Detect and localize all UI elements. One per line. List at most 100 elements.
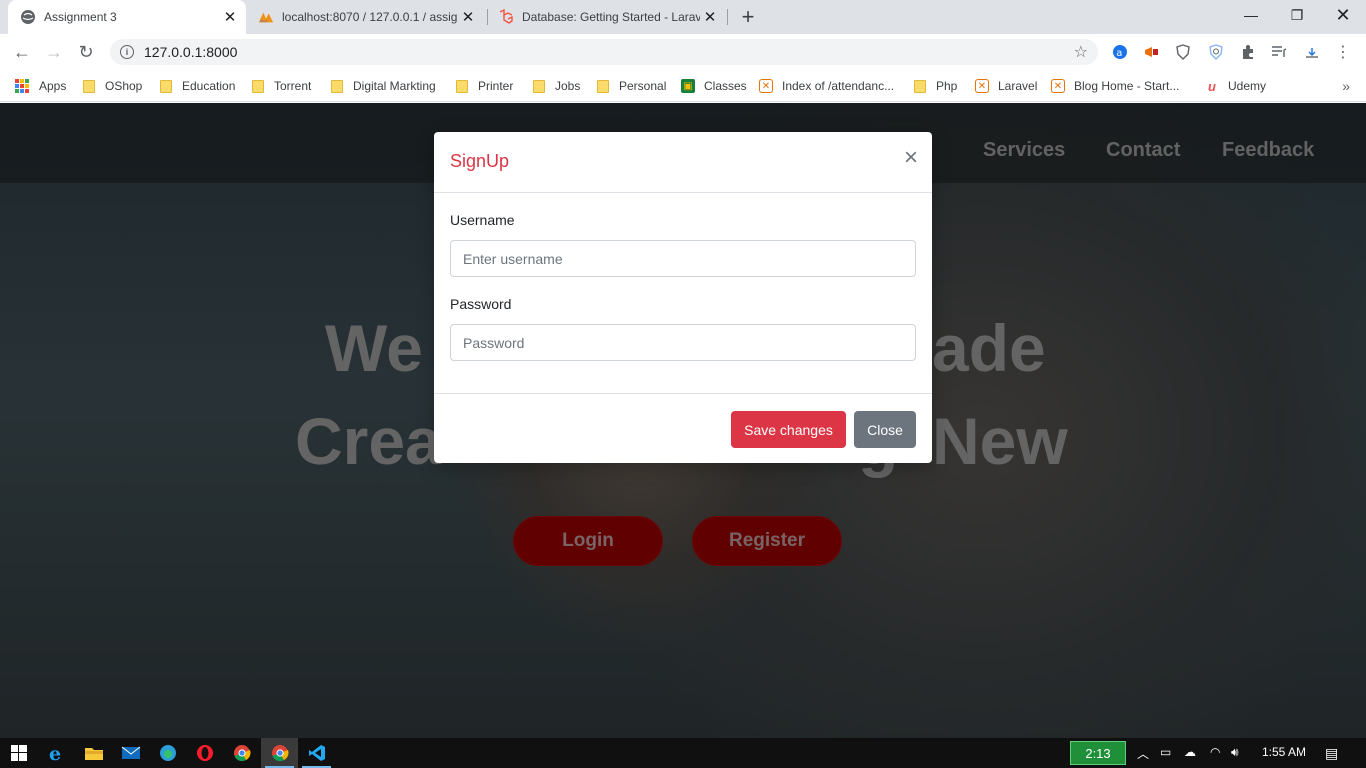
tab-separator xyxy=(727,9,728,25)
folder-icon xyxy=(252,79,264,93)
folder-icon xyxy=(456,79,468,93)
folder-icon xyxy=(160,79,172,93)
cloud-icon[interactable]: ☁ xyxy=(1184,745,1196,759)
tab-laravel-database[interactable]: Database: Getting Started - Larav ✕ xyxy=(486,0,726,34)
tab-phpmyadmin[interactable]: PMA localhost:8070 / 127.0.0.1 / assig ✕ xyxy=(246,0,484,34)
bookmark-label: Index of /attendanc... xyxy=(782,79,895,93)
battery-icon[interactable]: ▭ xyxy=(1160,745,1171,759)
chrome-active-icon[interactable] xyxy=(261,738,298,768)
browser-tab-strip: Assignment 3 ✕ PMA localhost:8070 / 127.… xyxy=(0,0,1366,34)
bookmark-digital-markting[interactable]: Digital Markting xyxy=(331,76,436,96)
back-button[interactable]: ← xyxy=(8,38,36,66)
bookmark-personal[interactable]: Personal xyxy=(597,76,666,96)
tab-assignment-3[interactable]: Assignment 3 ✕ xyxy=(8,0,246,34)
udemy-icon: u xyxy=(1208,78,1216,94)
windows-taskbar: e 2:13 ︿ ▭ ☁ ◠ 🔊︎ 1:55 AM ▤ xyxy=(0,738,1366,768)
bookmark-classes[interactable]: ▣ Classes xyxy=(681,76,747,96)
forward-button[interactable]: → xyxy=(40,38,68,66)
close-tab-icon[interactable]: ✕ xyxy=(220,7,240,27)
close-tab-icon[interactable]: ✕ xyxy=(458,7,478,27)
xampp-icon: ✕ xyxy=(1051,79,1065,93)
chrome-menu-icon[interactable]: ⋮ xyxy=(1334,43,1352,61)
bookmark-label: Digital Markting xyxy=(353,79,436,93)
svg-text:PMA: PMA xyxy=(260,19,268,23)
bookmark-label: Udemy xyxy=(1228,79,1267,93)
notifications-icon[interactable]: ▤ xyxy=(1325,745,1338,762)
bookmark-blog-home[interactable]: ✕ Blog Home - Start... xyxy=(1051,76,1179,96)
extension-icon-a[interactable]: a xyxy=(1111,43,1129,61)
wifi-icon[interactable]: ◠ xyxy=(1210,745,1220,759)
media-queue-icon[interactable] xyxy=(1270,43,1288,61)
modal-header: SignUp × xyxy=(434,132,932,193)
bookmark-label: Apps xyxy=(39,79,67,93)
bookmark-label: Laravel xyxy=(998,79,1038,93)
username-label: Username xyxy=(450,212,515,228)
bookmark-apps[interactable]: Apps xyxy=(15,76,66,96)
folder-icon xyxy=(331,79,343,93)
globe-icon xyxy=(20,9,36,25)
bookmark-label: Personal xyxy=(619,79,667,93)
file-explorer-icon[interactable] xyxy=(75,738,112,768)
close-button[interactable]: Close xyxy=(854,411,916,448)
close-tab-icon[interactable]: ✕ xyxy=(700,7,720,27)
svg-text:e: e xyxy=(49,743,61,763)
page-viewport: t Services Contact Feedback We ade Crea … xyxy=(0,103,1366,738)
xampp-icon: ✕ xyxy=(975,79,989,93)
new-tab-button[interactable]: + xyxy=(736,4,760,29)
bookmark-label: Torrent xyxy=(274,79,312,93)
signup-modal: SignUp × Username Password Save changes … xyxy=(434,132,932,463)
bookmark-label: Printer xyxy=(478,79,514,93)
bookmark-star-icon[interactable]: ☆ xyxy=(1074,42,1088,62)
svg-text:a: a xyxy=(1116,48,1122,59)
bookmark-education[interactable]: Education xyxy=(160,76,235,96)
volume-icon[interactable]: 🔊︎ xyxy=(1231,745,1239,760)
password-input[interactable] xyxy=(450,324,916,361)
bookmark-torrent[interactable]: Torrent xyxy=(252,76,311,96)
more-bookmarks-chevron-icon[interactable]: » xyxy=(1342,78,1350,94)
tab-title: localhost:8070 / 127.0.0.1 / assig xyxy=(282,10,458,24)
shield-extension-icon[interactable] xyxy=(1174,43,1192,61)
folder-icon xyxy=(533,79,545,93)
close-icon[interactable]: × xyxy=(904,146,918,170)
bookmark-php[interactable]: Php xyxy=(914,76,957,96)
reload-button[interactable]: ↻ xyxy=(72,38,100,66)
bookmark-label: Php xyxy=(936,79,958,93)
phpmyadmin-icon: PMA xyxy=(258,9,274,25)
address-bar[interactable]: i 127.0.0.1:8000 ☆ xyxy=(110,39,1098,65)
username-input[interactable] xyxy=(450,240,916,277)
bookmark-laravel[interactable]: ✕ Laravel xyxy=(975,76,1037,96)
tab-title: Assignment 3 xyxy=(44,10,117,24)
window-close-button[interactable]: ✕ xyxy=(1320,0,1366,30)
site-info-icon[interactable]: i xyxy=(120,45,134,59)
laravel-icon xyxy=(498,9,514,25)
windows-start-icon[interactable] xyxy=(0,738,37,768)
modal-footer: Save changes Close xyxy=(434,393,932,463)
bookmark-oshop[interactable]: OShop xyxy=(83,76,142,96)
chrome-icon[interactable] xyxy=(223,738,260,768)
system-clock[interactable]: 1:55 AM xyxy=(1262,745,1306,759)
bookmark-udemy[interactable]: u Udemy xyxy=(1205,76,1266,96)
minimize-button[interactable]: — xyxy=(1228,0,1274,30)
megaphone-extension-icon[interactable] xyxy=(1143,43,1161,61)
folder-icon xyxy=(83,79,95,93)
edge-icon[interactable] xyxy=(149,738,186,768)
mail-icon[interactable] xyxy=(112,738,149,768)
vscode-icon[interactable] xyxy=(298,738,335,768)
url-text: 127.0.0.1:8000 xyxy=(144,44,238,60)
bookmark-label: OShop xyxy=(105,79,143,93)
bookmark-label: Jobs xyxy=(555,79,581,93)
vpn-extension-icon[interactable] xyxy=(1207,43,1225,61)
restore-button[interactable]: ❐ xyxy=(1274,0,1320,30)
internet-explorer-icon[interactable]: e xyxy=(38,738,75,768)
bookmark-printer[interactable]: Printer xyxy=(456,76,513,96)
puzzle-extensions-icon[interactable] xyxy=(1239,43,1257,61)
opera-icon[interactable] xyxy=(186,738,223,768)
save-changes-button[interactable]: Save changes xyxy=(731,411,846,448)
battery-time-badge[interactable]: 2:13 xyxy=(1070,741,1126,765)
password-label: Password xyxy=(450,296,512,312)
chevron-up-icon[interactable]: ︿ xyxy=(1137,745,1149,762)
bookmark-index-of-attendance[interactable]: ✕ Index of /attendanc... xyxy=(759,76,894,96)
bookmark-jobs[interactable]: Jobs xyxy=(533,76,580,96)
browser-toolbar: ← → ↻ i 127.0.0.1:8000 ☆ a ⋮ xyxy=(0,34,1366,70)
download-extension-icon[interactable] xyxy=(1303,43,1321,61)
